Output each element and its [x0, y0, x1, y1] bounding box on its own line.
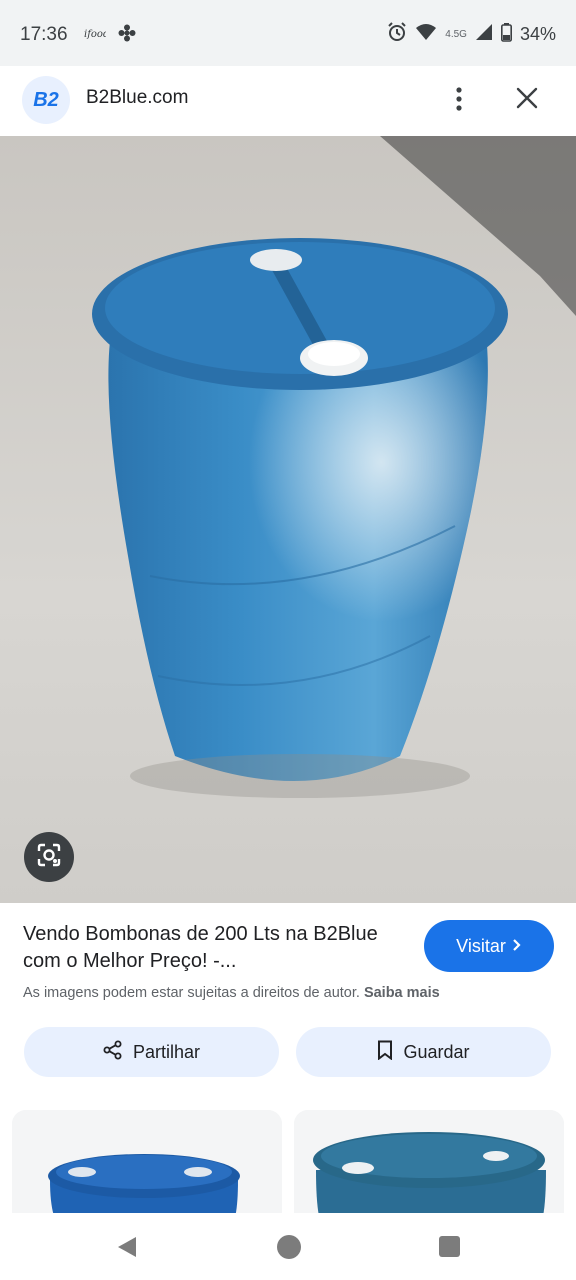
result-image[interactable]: [0, 136, 576, 903]
site-name[interactable]: B2Blue.com: [86, 87, 188, 109]
battery-icon: [500, 22, 512, 47]
visit-button[interactable]: Visitar: [424, 920, 554, 972]
close-button[interactable]: [510, 83, 544, 117]
back-icon[interactable]: [116, 1235, 138, 1264]
bookmark-icon: [377, 1040, 393, 1065]
site-logo[interactable]: B2: [22, 76, 70, 124]
related-image-1[interactable]: [12, 1110, 282, 1215]
share-icon: [103, 1040, 123, 1065]
network-type: 4.5G: [445, 29, 467, 40]
status-bar: 17:36 ifood 4.5G 34%: [0, 0, 576, 66]
notification-icon: ifood: [84, 26, 109, 45]
more-vert-icon: [456, 86, 462, 116]
alarm-icon: [387, 22, 407, 47]
flower-icon: [118, 24, 136, 47]
save-button[interactable]: Guardar: [296, 1027, 551, 1077]
svg-text:ifood: ifood: [84, 29, 106, 40]
home-icon[interactable]: [277, 1235, 301, 1259]
battery-level: 34%: [519, 24, 556, 44]
more-options-button[interactable]: [444, 84, 474, 118]
learn-more-link[interactable]: Saiba mais: [364, 985, 440, 1001]
lens-search-button[interactable]: [24, 832, 74, 882]
related-image-2[interactable]: [294, 1110, 564, 1215]
copyright-notice: As imagens podem estar sujeitas a direit…: [23, 985, 440, 1001]
signal-icon: [475, 23, 493, 46]
system-navigation-bar: [0, 1213, 576, 1280]
share-button[interactable]: Partilhar: [24, 1027, 279, 1077]
close-icon: [516, 87, 538, 114]
recents-icon[interactable]: [439, 1236, 460, 1257]
header: B2 B2Blue.com: [0, 66, 576, 136]
status-time: 17:36: [20, 24, 68, 45]
lens-icon: [36, 842, 62, 873]
wifi-icon: [415, 23, 437, 46]
result-title[interactable]: Vendo Bombonas de 200 Lts na B2Blue com …: [23, 921, 403, 975]
chevron-right-icon: [512, 936, 522, 957]
